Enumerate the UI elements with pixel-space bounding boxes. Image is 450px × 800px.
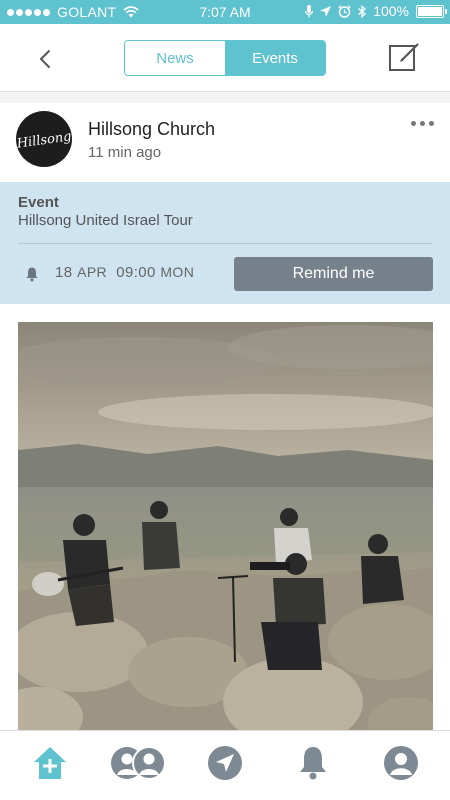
tab-news[interactable]: News [125,41,225,75]
event-divider [18,243,432,244]
remind-me-button[interactable]: Remind me [234,257,433,291]
event-time: 09:00 [116,264,156,281]
hillsong-logo: Hillsong [16,129,72,152]
post-author[interactable]: Hillsong Church [88,119,215,140]
battery-icon [416,4,447,18]
event-month: APR [77,264,108,280]
compose-button[interactable] [388,40,422,74]
event-photo[interactable] [18,322,433,730]
tab-profile[interactable] [381,743,421,783]
home-icon [34,747,66,779]
event-heading: Event [18,194,59,211]
location-icon [320,5,332,17]
news-events-segmented-control: News Events [124,40,326,76]
event-day: 18 [55,264,73,281]
tab-events[interactable]: Events [225,41,325,75]
tab-home[interactable] [30,743,70,783]
post-timestamp: 11 min ago [88,144,162,161]
svg-text:Hillsong: Hillsong [16,129,72,152]
bluetooth-icon [358,4,367,18]
tab-notifications[interactable] [293,743,333,783]
nav-header: News Events [0,24,450,92]
tab-nearby[interactable] [205,743,245,783]
feed: Hillsong Hillsong Church 11 min ago Even… [0,93,450,730]
profile-icon [384,746,418,780]
status-bar: GOLANT 7:07 AM 100% [0,0,450,24]
avatar[interactable]: Hillsong [16,111,72,167]
alarm-icon [338,4,351,18]
bottom-tab-bar [0,730,450,800]
event-date: 18 APR 09:00 MON [55,264,194,281]
location-arrow-icon [208,746,242,780]
event-weekday: MON [160,264,195,280]
more-dots-icon [411,121,416,126]
post-card: Hillsong Hillsong Church 11 min ago Even… [0,103,450,730]
groups-icon [111,746,166,780]
bell-icon [26,267,38,282]
back-button[interactable] [32,46,58,72]
more-options-button[interactable] [411,117,434,130]
notifications-icon [300,747,326,780]
event-panel: Event Hillsong United Israel Tour 18 APR… [0,182,450,304]
microphone-icon [305,4,314,17]
tab-groups[interactable] [108,743,168,783]
event-title: Hillsong United Israel Tour [18,212,193,229]
battery-percent: 100% [373,3,409,19]
